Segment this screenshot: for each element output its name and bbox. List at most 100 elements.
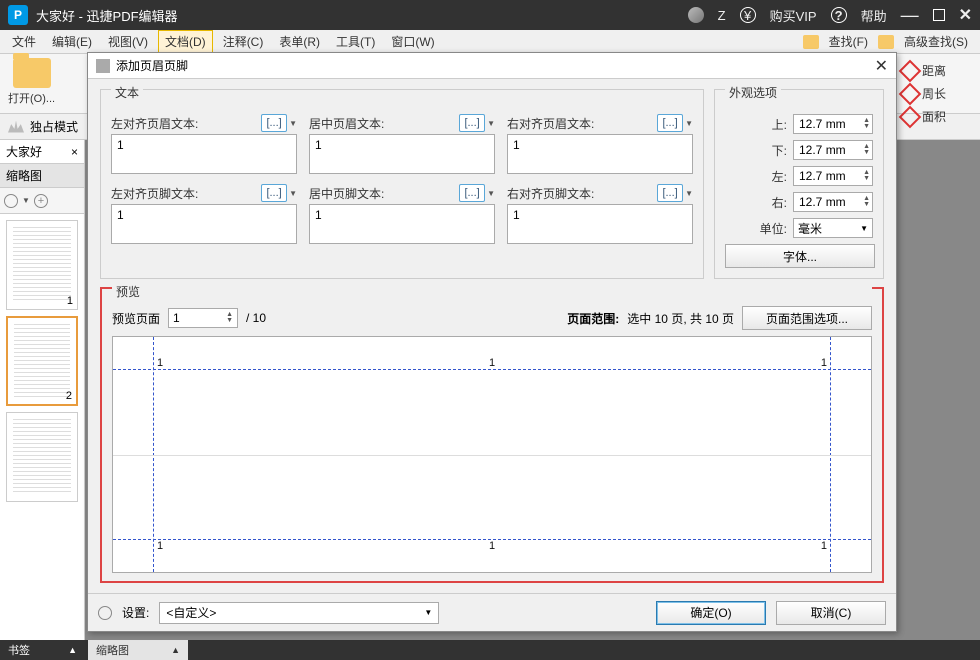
chevron-down-icon[interactable]: ▼ bbox=[685, 119, 693, 128]
menu-find[interactable]: 查找(F) bbox=[823, 31, 874, 52]
unit-select[interactable]: 毫米▼ bbox=[793, 218, 873, 238]
chevron-down-icon[interactable]: ▼ bbox=[487, 189, 495, 198]
margin-bottom-label: 下: bbox=[772, 142, 787, 159]
menu-document[interactable]: 文档(D) bbox=[158, 30, 213, 53]
thumbnail-page[interactable]: 1 bbox=[6, 220, 78, 310]
margin-bottom-input[interactable]: 12.7 mm▲▼ bbox=[793, 140, 873, 160]
open-button[interactable]: 打开(O)... bbox=[8, 58, 55, 106]
settings-value: <自定义> bbox=[166, 604, 216, 621]
header-center-label: 居中页眉文本: bbox=[309, 115, 384, 132]
advfind-icon[interactable] bbox=[878, 35, 894, 49]
open-label: 打开(O)... bbox=[8, 90, 55, 106]
footer-center-label: 居中页脚文本: bbox=[309, 185, 384, 202]
menu-bar: 文件 编辑(E) 视图(V) 文档(D) 注释(C) 表单(R) 工具(T) 窗… bbox=[0, 30, 980, 54]
margin-left-input[interactable]: 12.7 mm▲▼ bbox=[793, 166, 873, 186]
thumbnail-page[interactable]: 2 bbox=[6, 316, 78, 406]
dialog-footer: 设置: <自定义>▼ 确定(O) 取消(C) bbox=[88, 593, 896, 631]
header-left-label: 左对齐页眉文本: bbox=[111, 115, 198, 132]
insert-button[interactable]: [...] bbox=[657, 184, 683, 202]
insert-button[interactable]: [...] bbox=[657, 114, 683, 132]
page-range-button[interactable]: 页面范围选项... bbox=[742, 306, 872, 330]
settings-combo[interactable]: <自定义>▼ bbox=[159, 602, 439, 624]
font-button[interactable]: 字体... bbox=[725, 244, 875, 268]
header-center-input[interactable] bbox=[309, 134, 495, 174]
thumbnails-list: 1 2 bbox=[0, 214, 84, 640]
help-link[interactable]: 帮助 bbox=[861, 6, 887, 25]
secondary-tab[interactable]: 缩略图 ▲ bbox=[88, 640, 188, 660]
menu-view[interactable]: 视图(V) bbox=[102, 31, 154, 52]
ok-button[interactable]: 确定(O) bbox=[656, 601, 766, 625]
diamond-icon bbox=[899, 82, 922, 105]
thumbnail-tab[interactable]: 缩略图 bbox=[0, 164, 84, 188]
appearance-legend: 外观选项 bbox=[725, 84, 781, 101]
preview-mark: 1 bbox=[821, 357, 827, 369]
header-right-input[interactable] bbox=[507, 134, 693, 174]
title-bar: P 大家好 - 迅捷PDF编辑器 Z ¥ 购买VIP ? 帮助 — ✕ bbox=[0, 0, 980, 30]
user-letter[interactable]: Z bbox=[718, 8, 726, 23]
footer-center-input[interactable] bbox=[309, 204, 495, 244]
preview-mark: 1 bbox=[157, 540, 163, 552]
ok-label: 确定(O) bbox=[690, 604, 731, 621]
menu-window[interactable]: 窗口(W) bbox=[385, 31, 440, 52]
globe-icon[interactable] bbox=[688, 7, 704, 23]
footer-left-input[interactable] bbox=[111, 204, 297, 244]
find-icon[interactable] bbox=[803, 35, 819, 49]
insert-button[interactable]: [...] bbox=[261, 184, 287, 202]
window-title: 大家好 - 迅捷PDF编辑器 bbox=[36, 6, 688, 25]
menu-form[interactable]: 表单(R) bbox=[273, 31, 326, 52]
header-right-label: 右对齐页眉文本: bbox=[507, 115, 594, 132]
thumbnail-tab-label: 缩略图 bbox=[6, 167, 42, 184]
preview-page-value: 1 bbox=[173, 311, 180, 325]
cancel-button[interactable]: 取消(C) bbox=[776, 601, 886, 625]
chevron-down-icon[interactable]: ▼ bbox=[289, 119, 297, 128]
diamond-icon bbox=[899, 105, 922, 128]
chevron-down-icon[interactable]: ▼ bbox=[289, 189, 297, 198]
margin-top-input[interactable]: 12.7 mm▲▼ bbox=[793, 114, 873, 134]
minimize-button[interactable]: — bbox=[901, 5, 919, 26]
maximize-button[interactable] bbox=[933, 9, 945, 21]
gear-icon[interactable] bbox=[98, 606, 112, 620]
margin-right-input[interactable]: 12.7 mm▲▼ bbox=[793, 192, 873, 212]
dialog-close-button[interactable]: ✕ bbox=[875, 56, 888, 76]
header-left-input[interactable] bbox=[111, 134, 297, 174]
close-button[interactable]: ✕ bbox=[959, 5, 972, 25]
gear-icon[interactable] bbox=[4, 194, 18, 208]
menu-file[interactable]: 文件 bbox=[6, 31, 42, 52]
unit-value: 毫米 bbox=[798, 220, 822, 237]
chevron-down-icon[interactable]: ▼ bbox=[685, 189, 693, 198]
menu-advfind[interactable]: 高级查找(S) bbox=[898, 31, 974, 52]
right-tools-panel: 距离 周长 面积 bbox=[902, 62, 974, 125]
tool-area[interactable]: 面积 bbox=[902, 108, 974, 125]
preview-mark: 1 bbox=[157, 357, 163, 369]
exclusive-label[interactable]: 独占模式 bbox=[30, 118, 78, 135]
perimeter-label: 周长 bbox=[922, 85, 946, 102]
tool-distance[interactable]: 距离 bbox=[902, 62, 974, 79]
margin-bottom-value: 12.7 mm bbox=[799, 143, 846, 157]
margin-left-label: 左: bbox=[772, 168, 787, 185]
bookmark-tab[interactable]: 书签 ▲ bbox=[0, 640, 85, 660]
insert-button[interactable]: [...] bbox=[459, 184, 485, 202]
doc-tab[interactable]: 大家好× bbox=[0, 140, 84, 164]
preview-page-input[interactable]: 1▲▼ bbox=[168, 308, 238, 328]
settings-label: 设置: bbox=[122, 604, 149, 621]
help-icon: ? bbox=[831, 7, 847, 23]
bookmark-label: 书签 bbox=[8, 642, 30, 658]
page-range-value: 选中 10 页, 共 10 页 bbox=[627, 310, 734, 327]
page-range-label: 页面范围: bbox=[567, 310, 619, 327]
footer-right-input[interactable] bbox=[507, 204, 693, 244]
insert-button[interactable]: [...] bbox=[459, 114, 485, 132]
buy-vip[interactable]: 购买VIP bbox=[770, 6, 817, 25]
insert-button[interactable]: [...] bbox=[261, 114, 287, 132]
page-number: 2 bbox=[66, 390, 72, 402]
chevron-down-icon[interactable]: ▼ bbox=[487, 119, 495, 128]
menu-comment[interactable]: 注释(C) bbox=[217, 31, 270, 52]
margin-right-label: 右: bbox=[772, 194, 787, 211]
menu-edit[interactable]: 编辑(E) bbox=[46, 31, 98, 52]
thumbnail-page[interactable] bbox=[6, 412, 78, 502]
menu-tools[interactable]: 工具(T) bbox=[330, 31, 381, 52]
add-page-icon[interactable]: + bbox=[34, 194, 48, 208]
margin-left-value: 12.7 mm bbox=[799, 169, 846, 183]
dialog-titlebar: 添加页眉页脚 ✕ bbox=[88, 53, 896, 79]
crown-icon bbox=[8, 121, 24, 133]
tool-perimeter[interactable]: 周长 bbox=[902, 85, 974, 102]
